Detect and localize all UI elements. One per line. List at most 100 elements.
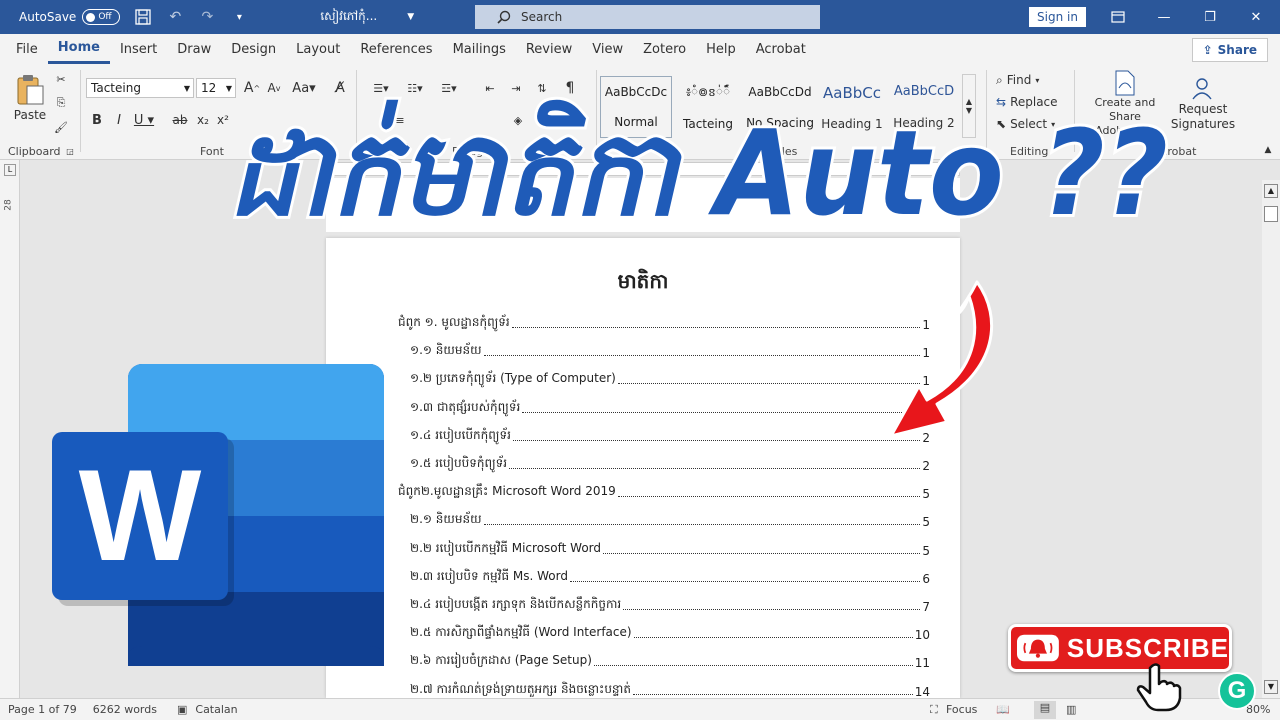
- tab-zotero[interactable]: Zotero: [633, 34, 696, 64]
- toc-page-number: 10: [914, 628, 930, 643]
- bold-icon[interactable]: B: [88, 110, 106, 130]
- toc-page-number: 11: [914, 656, 930, 671]
- format-painter-icon[interactable]: 🖌: [52, 118, 70, 136]
- web-layout-icon[interactable]: ▥: [1066, 703, 1076, 716]
- paste-button[interactable]: Paste: [10, 70, 50, 126]
- document-page[interactable]: មាតិកា ជំពូក ១. មូលដ្ឋានកុំព្យូទ័រ 1 ១.១ ន…: [326, 238, 960, 699]
- font-name-combo[interactable]: Tacteing ▼: [86, 78, 194, 98]
- toc-leader-dots: [623, 609, 921, 610]
- vertical-ruler: L 28: [0, 160, 20, 698]
- underline-icon[interactable]: U ▾: [132, 110, 156, 130]
- close-icon[interactable]: ✕: [1236, 0, 1276, 34]
- print-layout-icon[interactable]: ▤: [1034, 700, 1056, 719]
- ribbon-display-options-icon[interactable]: [1098, 0, 1138, 34]
- toc-entry-text: ២.៤ របៀបបង្កើត រក្សាទុក និងបើកសន្លឹកកិច្…: [410, 597, 622, 611]
- focus-label[interactable]: Focus: [946, 703, 977, 716]
- autosave[interactable]: AutoSave Off: [19, 9, 121, 25]
- toc-entry[interactable]: ២.៧ ការកំណត់ទ្រង់ទ្រាយតួអក្សរ និងចន្លោះប…: [410, 679, 930, 699]
- search-box[interactable]: Search: [475, 5, 820, 29]
- proofing-icon[interactable]: ▣: [177, 703, 187, 716]
- copy-icon[interactable]: ⎘: [52, 94, 70, 112]
- toc-entry-text: ១.១ និយមន័យ: [410, 343, 482, 358]
- toc-entry[interactable]: ២.៣ របៀបបិទ កម្មវិធី Ms. Word 6: [410, 566, 930, 586]
- scroll-down-icon[interactable]: ▼: [1264, 680, 1278, 694]
- scroll-thumb[interactable]: [1264, 206, 1278, 222]
- toc-entry[interactable]: ជំពូក២.មូលដ្ឋានគ្រឹះ Microsoft Word 2019…: [398, 481, 930, 501]
- grammarly-icon[interactable]: G: [1218, 672, 1256, 710]
- collapse-ribbon-icon[interactable]: ▲: [1262, 144, 1274, 156]
- save-icon[interactable]: [134, 8, 152, 26]
- sign-in-button[interactable]: Sign in: [1029, 7, 1086, 27]
- signature-person-icon: [1192, 78, 1212, 100]
- toc-page-number: 14: [914, 684, 930, 699]
- font-size-value: 12: [201, 81, 217, 95]
- tab-home[interactable]: Home: [47, 34, 110, 64]
- page-count[interactable]: Page 1 of 79: [8, 703, 77, 716]
- toc-entry[interactable]: ១.១ និយមន័យ 1: [410, 340, 930, 360]
- toc-page-number: 5: [922, 515, 930, 530]
- tab-mailings[interactable]: Mailings: [443, 34, 516, 64]
- tab-references[interactable]: References: [350, 34, 442, 64]
- toc-entry-text: ជំពូក ១. មូលដ្ឋានកុំព្យូទ័រ: [398, 315, 510, 329]
- tab-layout[interactable]: Layout: [286, 34, 350, 64]
- logo-letter: W: [79, 442, 202, 588]
- request-signatures-button[interactable]: Request Signatures: [1170, 70, 1236, 138]
- focus-icon[interactable]: ⛶: [930, 703, 938, 717]
- toc-entry[interactable]: ១.២ ប្រភេទកុំព្យូទ័រ (Type of Computer) 1: [410, 368, 930, 388]
- redo-icon[interactable]: ↷: [198, 8, 216, 26]
- toc-title: មាតិកា: [617, 269, 669, 293]
- document-name[interactable]: សៀវភៅកុំ... ▼: [320, 8, 414, 26]
- toc-leader-dots: [570, 580, 921, 582]
- customize-toolbar-icon[interactable]: ▾: [230, 8, 248, 26]
- ribbon-tabs: File Home Insert Draw Design Layout Refe…: [0, 34, 1280, 64]
- document-title: សៀវភៅកុំ...: [320, 9, 378, 23]
- subscribe-button[interactable]: SUBSCRIBE: [1008, 624, 1232, 672]
- chevron-down-icon: ▼: [183, 83, 190, 93]
- minimize-icon[interactable]: —: [1144, 0, 1184, 34]
- scroll-up-icon[interactable]: ▲: [1264, 184, 1278, 198]
- subscript-icon[interactable]: x₂: [194, 110, 212, 130]
- toc-leader-dots: [511, 327, 921, 328]
- italic-icon[interactable]: I: [110, 110, 128, 130]
- tab-acrobat[interactable]: Acrobat: [746, 34, 816, 64]
- toc-entry[interactable]: ២.១ និយមន័យ 5: [410, 509, 930, 529]
- toc-leader-dots: [603, 552, 921, 554]
- toc-entry[interactable]: ២.៤ របៀបបង្កើត រក្សាទុក និងបើកសន្លឹកកិច្…: [410, 594, 930, 614]
- tab-insert[interactable]: Insert: [110, 34, 167, 64]
- vertical-scrollbar[interactable]: ▲ ▼: [1262, 180, 1280, 698]
- tab-review[interactable]: Review: [516, 34, 582, 64]
- dialog-launcher-icon[interactable]: ◲: [65, 146, 75, 156]
- undo-icon[interactable]: ↶: [166, 8, 184, 26]
- toc-entry-text: ២.៥ ការសិក្សាពីផ្ទាំងកម្មវិធី (Word Inte…: [410, 625, 632, 640]
- tab-draw[interactable]: Draw: [167, 34, 221, 64]
- tab-view[interactable]: View: [582, 34, 633, 64]
- toc-entry[interactable]: ២.២ របៀបបើកកម្មវិធី Microsoft Word 5: [410, 538, 930, 558]
- word-count[interactable]: 6262 words: [93, 703, 157, 716]
- title-bar: AutoSave Off ↶ ↷ ▾ សៀវភៅកុំ... ▼ Search …: [0, 0, 1280, 34]
- font-name-value: Tacteing: [91, 81, 141, 95]
- toc-entry[interactable]: ១.៣ ជាតុផ្សំរបស់កុំព្យូទ័រ1: [410, 397, 930, 417]
- restore-icon[interactable]: ❐: [1190, 0, 1230, 34]
- strikethrough-icon[interactable]: ab: [168, 110, 192, 130]
- toc-entry[interactable]: ១.៤ របៀបបើកកុំព្យូទ័រ 2: [410, 425, 930, 445]
- toc-entry[interactable]: ១.៥ របៀបបិទកុំព្យូទ័រ 2: [410, 453, 930, 473]
- tab-selector-icon[interactable]: L: [4, 164, 16, 176]
- toc-entry-text: ១.៤ របៀបបើកកុំព្យូទ័រ: [410, 427, 511, 442]
- toc-entry-text: ជំពូក២.មូលដ្ឋានគ្រឹះ Microsoft Word 2019: [398, 484, 616, 499]
- request-signatures-label: Request Signatures: [1170, 102, 1236, 131]
- toc-leader-dots: [632, 693, 913, 695]
- tab-file[interactable]: File: [6, 34, 48, 64]
- autosave-toggle[interactable]: Off: [82, 9, 121, 25]
- toc-leader-dots: [633, 637, 913, 639]
- toc-entry[interactable]: ២.៦ ការរៀបចំក្រដាស (Page Setup) 11: [410, 650, 930, 670]
- toc-entry-text: ២.២ របៀបបើកកម្មវិធី Microsoft Word: [410, 540, 602, 555]
- tab-help[interactable]: Help: [696, 34, 746, 64]
- cut-icon[interactable]: ✂: [52, 70, 70, 88]
- toc-leader-dots: [617, 496, 921, 498]
- tab-design[interactable]: Design: [221, 34, 286, 64]
- toc-entry[interactable]: ជំពូក ១. មូលដ្ឋានកុំព្យូទ័រ 1: [398, 312, 930, 332]
- read-mode-icon[interactable]: 📖: [996, 703, 1010, 716]
- share-button[interactable]: ⇪ Share: [1191, 38, 1268, 62]
- toc-entry[interactable]: ២.៥ ការសិក្សាពីផ្ទាំងកម្មវិធី (Word Inte…: [410, 622, 930, 642]
- language[interactable]: Catalan: [195, 703, 237, 716]
